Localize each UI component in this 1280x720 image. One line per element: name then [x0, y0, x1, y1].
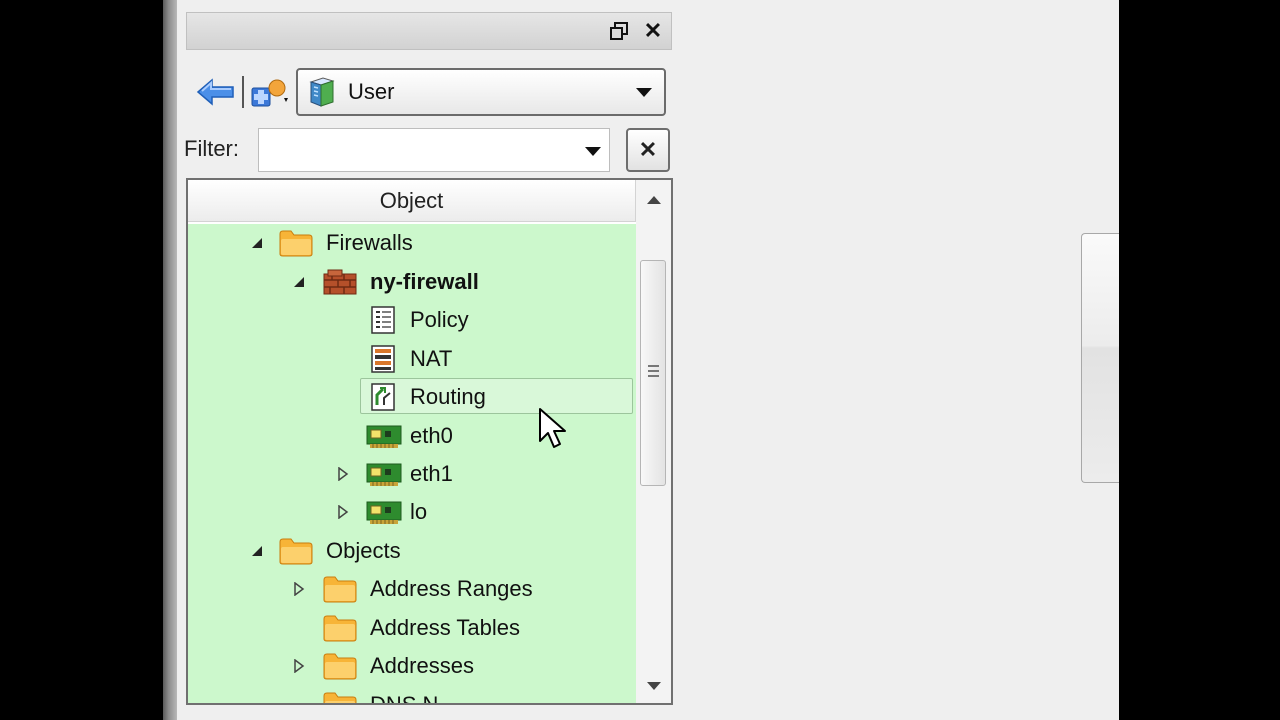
tree-row-label: Firewalls [326, 230, 413, 255]
collapse-arrow-icon[interactable] [292, 275, 306, 289]
routing-icon [366, 383, 402, 411]
window-edge [163, 0, 177, 720]
folder-icon [322, 691, 358, 703]
letterbox-left [0, 0, 163, 720]
expand-arrow-icon[interactable] [336, 467, 350, 481]
tree-row-label: ny-firewall [370, 269, 479, 294]
folder-icon [322, 614, 358, 642]
tree-row-label: Objects [326, 538, 401, 563]
tree-row[interactable]: Objects [188, 532, 636, 570]
library-book-icon [308, 77, 336, 107]
tree-row-label: DNS N [370, 692, 439, 705]
tree-row[interactable]: Addresses [188, 647, 636, 685]
tree-column-header[interactable]: Object [188, 180, 636, 222]
tree-row[interactable]: Firewalls [188, 224, 636, 262]
folder-icon [322, 652, 358, 680]
scroll-down-arrow-icon[interactable] [647, 682, 661, 690]
grip-line [648, 375, 659, 377]
tree-row-label: Addresses [370, 653, 474, 678]
expand-arrow-icon[interactable] [336, 505, 350, 519]
network-interface-icon [366, 498, 402, 526]
tree-row[interactable]: Address Tables [188, 609, 636, 647]
object-tree-dock-titlebar[interactable]: ✕ [186, 12, 672, 50]
tree-body: Firewalls ny-firewall Policy NAT Routing eth0… [188, 224, 636, 705]
tree-row[interactable]: DNS N [188, 686, 636, 705]
tree-row[interactable]: ny-firewall [188, 263, 636, 301]
library-select-value: User [348, 79, 395, 104]
network-interface-icon [366, 460, 402, 488]
toolbar-separator [242, 76, 244, 108]
tree-row[interactable]: NAT [188, 340, 636, 378]
tree-row-label: Routing [410, 384, 486, 409]
mouse-cursor-icon [539, 408, 566, 448]
tree-row[interactable]: eth0 [188, 417, 636, 455]
filter-input[interactable] [261, 131, 565, 169]
collapse-arrow-icon[interactable] [250, 544, 264, 558]
grip-line [648, 365, 659, 367]
new-object-icon[interactable] [250, 76, 290, 108]
filter-dropdown-arrow-icon[interactable] [585, 147, 601, 156]
filter-label: Filter: [184, 136, 239, 161]
expand-arrow-icon[interactable] [292, 659, 306, 673]
clear-filter-button[interactable]: ✕ [626, 128, 670, 172]
tree-row[interactable]: Routing [188, 378, 636, 416]
tree-row-label: lo [410, 499, 428, 524]
back-arrow-icon[interactable] [196, 77, 236, 107]
tree-row[interactable]: lo [188, 493, 636, 531]
folder-icon [278, 537, 314, 565]
tree-toolbar: User [186, 64, 672, 120]
tree-row-label: Policy [410, 307, 469, 332]
scroll-up-arrow-icon[interactable] [647, 196, 661, 204]
library-select[interactable]: User [296, 68, 666, 116]
vertical-scrollbar[interactable] [636, 180, 671, 703]
collapse-arrow-icon[interactable] [250, 236, 264, 250]
letterbox-right [1119, 0, 1280, 720]
tree-row-label: Address Ranges [370, 576, 533, 601]
tree-row-label: eth0 [410, 423, 453, 448]
scrollbar-thumb[interactable] [640, 260, 666, 486]
restore-window-icon[interactable] [607, 19, 631, 43]
right-side-panel [1081, 233, 1119, 483]
firewall-icon [322, 268, 358, 296]
tree-row-label: NAT [410, 346, 453, 371]
tree-row[interactable]: Policy [188, 301, 636, 339]
policy-icon [366, 306, 402, 334]
tree-row-label: eth1 [410, 461, 453, 486]
tree-row[interactable]: eth1 [188, 455, 636, 493]
network-interface-icon [366, 422, 402, 450]
screen: ✕ User Filter: ✕ Object Firewalls ny-fir… [0, 0, 1280, 720]
chevron-down-icon [636, 88, 652, 97]
object-tree[interactable]: Object Firewalls ny-firewall Policy NAT Rout… [186, 178, 673, 705]
nat-icon [366, 345, 402, 373]
expand-arrow-icon[interactable] [292, 582, 306, 596]
tree-row[interactable]: Address Ranges [188, 570, 636, 608]
tree-row-label: Address Tables [370, 615, 521, 640]
folder-icon [278, 229, 314, 257]
close-icon[interactable]: ✕ [641, 19, 665, 43]
folder-icon [322, 575, 358, 603]
filter-combobox[interactable] [258, 128, 610, 172]
grip-line [648, 370, 659, 372]
